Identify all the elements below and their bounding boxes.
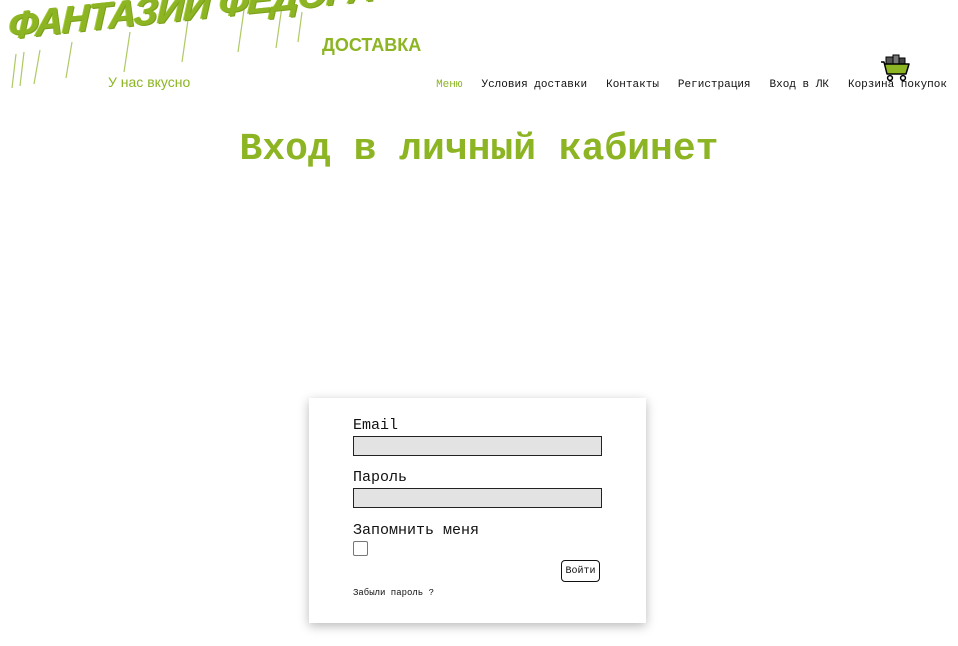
- brand-delivery-label: ДОСТАВКА: [322, 35, 422, 55]
- main-nav: Меню Условия доставки Контакты Регистрац…: [436, 79, 947, 91]
- nav-item-delivery-terms[interactable]: Условия доставки: [481, 79, 587, 91]
- nav-item-menu[interactable]: Меню: [436, 79, 462, 91]
- nav-item-contacts[interactable]: Контакты: [606, 79, 659, 91]
- remember-me-label: Запомнить меня: [353, 522, 480, 539]
- forgot-password-link[interactable]: Забыли пароль ?: [353, 588, 434, 598]
- nav-item-cart[interactable]: Корзина покупок: [848, 79, 947, 91]
- login-form: Email Пароль Запомнить меня Войти Забыли…: [309, 398, 646, 623]
- login-button[interactable]: Войти: [561, 560, 600, 582]
- page-title: Вход в личный кабинет: [239, 128, 719, 171]
- password-field[interactable]: [353, 488, 602, 508]
- site-logo[interactable]: ФАНТАЗИИ ФЕДОРА У нас вкусно: [6, 0, 375, 94]
- page: ФАНТАЗИИ ФЕДОРА У нас вкусно ДОСТАВКА Ме…: [0, 0, 958, 646]
- nav-item-login[interactable]: Вход в ЛК: [770, 79, 829, 91]
- logo-tagline: У нас вкусно: [108, 74, 191, 90]
- email-label: Email: [353, 417, 399, 434]
- password-label: Пароль: [353, 469, 408, 486]
- remember-me-checkbox[interactable]: [353, 541, 368, 556]
- shopping-cart-icon[interactable]: [880, 54, 912, 82]
- email-field[interactable]: [353, 436, 602, 456]
- nav-item-registration[interactable]: Регистрация: [678, 79, 751, 91]
